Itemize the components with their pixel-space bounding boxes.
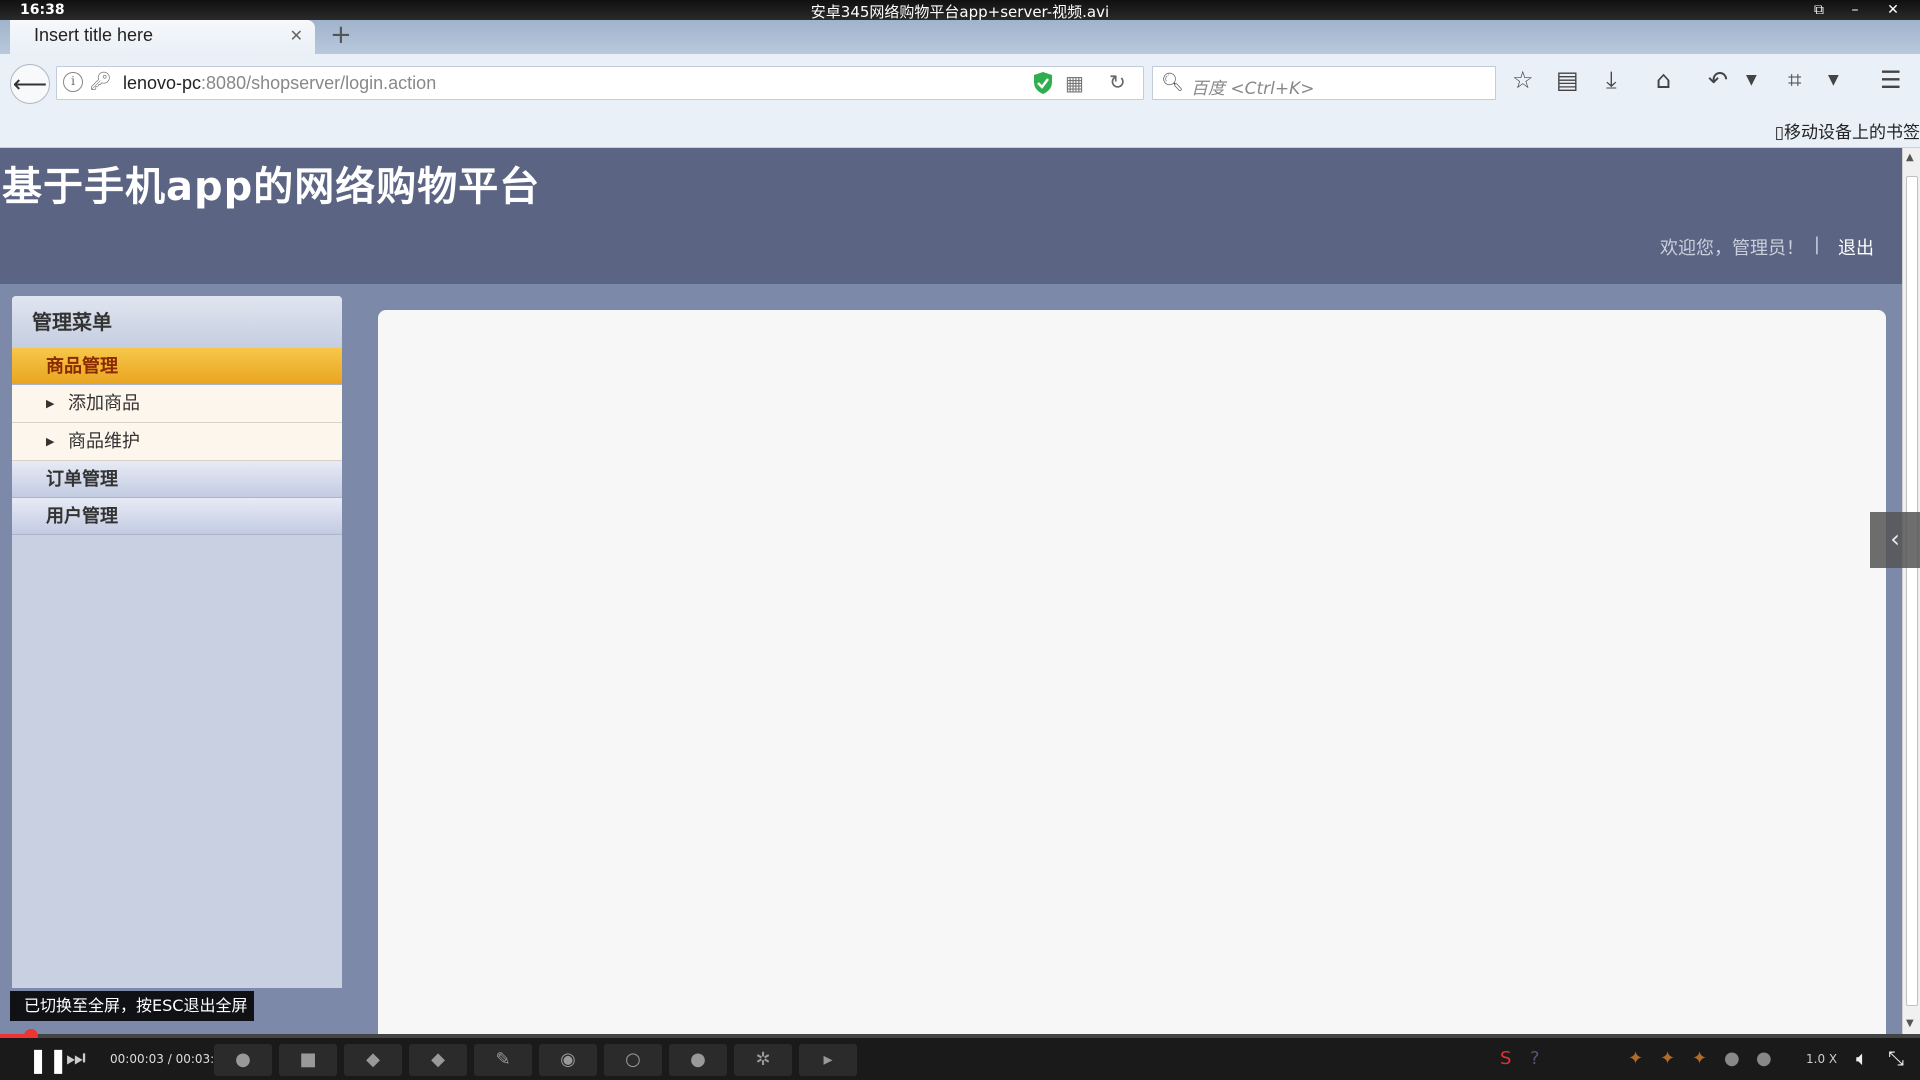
- taskbar-eclipse-icon[interactable]: ◉: [539, 1044, 597, 1076]
- url-bar[interactable]: i 🔑︎ lenovo-pc:8080/shopserver/login.act…: [56, 66, 1144, 100]
- player-control-bar: ❚❚ ⏭︎ 00:00:03 / 00:03:03 ● ■ ◆ ◆ ✎ ◉ ○ …: [0, 1038, 1920, 1080]
- tray-qq-icon[interactable]: ●: [1724, 1048, 1740, 1069]
- sidebar-item-add-product[interactable]: ▶ 添加商品: [12, 385, 342, 423]
- bookmark-bar: ▯移动设备上的书签: [0, 110, 1920, 148]
- mobile-bookmarks-link[interactable]: ▯移动设备上的书签: [1775, 118, 1920, 143]
- playback-speed[interactable]: 1.0 X: [1806, 1052, 1837, 1066]
- player-video-title: 安卓345网络购物平台app+server-视频.avi: [810, 3, 1110, 21]
- logout-link[interactable]: 退出: [1838, 234, 1874, 260]
- reload-icon[interactable]: ↻: [1109, 70, 1126, 94]
- url-host: lenovo-pc: [123, 73, 202, 93]
- tab-title: Insert title here: [34, 25, 154, 45]
- taskbar-app-icon[interactable]: ◆: [344, 1044, 402, 1076]
- restore-window-icon[interactable]: ⧉: [1808, 1, 1830, 19]
- taskbar-app-icon[interactable]: ▸: [799, 1044, 857, 1076]
- mobile-bookmarks-label: 移动设备上的书签: [1784, 123, 1920, 143]
- tray-app-icon[interactable]: ✦: [1660, 1048, 1675, 1069]
- tray-qq-icon[interactable]: ●: [1756, 1048, 1772, 1069]
- header-separator: |: [1813, 234, 1820, 255]
- taskbar-notepad-icon[interactable]: ✎: [474, 1044, 532, 1076]
- chevron-left-icon: ‹: [1890, 525, 1900, 553]
- triangle-right-icon: ▶: [46, 397, 55, 410]
- navigation-toolbar: ⟵ i 🔑︎ lenovo-pc:8080/shopserver/login.a…: [0, 54, 1920, 110]
- shield-check-icon[interactable]: [1033, 71, 1053, 95]
- admin-sidebar: 管理菜单 商品管理 ▶ 添加商品 ▶ 商品维护 订单管理 用户管理: [12, 296, 342, 988]
- tab-close-icon[interactable]: ✕: [290, 26, 303, 45]
- taskbar-app-icon[interactable]: ●: [669, 1044, 727, 1076]
- url-path: :8080/shopserver/login.action: [201, 73, 437, 93]
- welcome-text: 欢迎您，管理员！: [1660, 238, 1804, 259]
- web-page: 基于手机app的网络购物平台 欢迎您，管理员！ | 退出 管理菜单 商品管理 ▶…: [0, 148, 1902, 1036]
- key-icon[interactable]: 🔑︎: [89, 71, 112, 92]
- new-tab-icon[interactable]: +: [330, 20, 352, 50]
- close-window-icon[interactable]: ✕: [1882, 1, 1904, 19]
- next-track-icon[interactable]: ⏭︎: [66, 1046, 86, 1071]
- side-panel-toggle[interactable]: ‹: [1870, 512, 1920, 568]
- minimize-window-icon[interactable]: –: [1844, 1, 1866, 19]
- fullscreen-toast: 已切换至全屏，按ESC退出全屏: [10, 991, 254, 1021]
- sidebar-header: 管理菜单: [12, 296, 342, 348]
- triangle-right-icon: ▶: [46, 435, 55, 448]
- page-scrollbar[interactable]: ▲ ▼: [1902, 148, 1920, 1036]
- playback-time: 00:00:03 / 00:03:03: [110, 1052, 230, 1066]
- taskbar-app-icon[interactable]: ◆: [409, 1044, 467, 1076]
- qr-code-icon[interactable]: ▦: [1065, 71, 1084, 95]
- back-button[interactable]: ⟵: [10, 64, 50, 104]
- crop-dropdown-icon[interactable]: ▼: [1828, 72, 1839, 88]
- search-icon: 🔍︎: [1161, 72, 1184, 93]
- sidebar-item-label: 商品维护: [68, 431, 140, 452]
- screenshot-crop-icon[interactable]: ⌗: [1788, 66, 1802, 94]
- taskbar-firefox-icon[interactable]: ●: [214, 1044, 272, 1076]
- taskbar-search-icon[interactable]: ○: [604, 1044, 662, 1076]
- search-bar[interactable]: 🔍︎ 百度 <Ctrl+K>: [1152, 66, 1496, 100]
- undo-icon[interactable]: ↶: [1708, 66, 1728, 94]
- search-placeholder: 百度 <Ctrl+K>: [1191, 79, 1315, 99]
- sidebar-item-label: 添加商品: [68, 393, 140, 414]
- scroll-up-icon[interactable]: ▲: [1906, 152, 1914, 163]
- taskbar-paint-icon[interactable]: ✲: [734, 1044, 792, 1076]
- tray-sogou-icon[interactable]: S: [1500, 1048, 1511, 1069]
- mobile-device-icon: ▯: [1774, 123, 1784, 143]
- tray-help-icon[interactable]: ?: [1530, 1048, 1540, 1069]
- sidebar-group-user-management[interactable]: 用户管理: [12, 498, 342, 535]
- site-header: 基于手机app的网络购物平台 欢迎您，管理员！ | 退出: [0, 148, 1902, 284]
- undo-dropdown-icon[interactable]: ▼: [1746, 72, 1757, 88]
- pause-button[interactable]: ❚❚: [28, 1046, 68, 1074]
- bookmark-star-icon[interactable]: ☆: [1512, 66, 1534, 94]
- exit-fullscreen-icon[interactable]: ⤡: [1888, 1046, 1904, 1070]
- tab-bar: Insert title here ✕ +: [0, 20, 1920, 54]
- sidebar-group-product-management[interactable]: 商品管理: [12, 348, 342, 385]
- hamburger-menu-icon[interactable]: ☰: [1880, 66, 1902, 94]
- taskbar-app-icon[interactable]: ■: [279, 1044, 337, 1076]
- download-icon[interactable]: ⤓: [1606, 66, 1617, 94]
- player-title-bar: 16:38 安卓345网络购物平台app+server-视频.avi ⧉ – ✕: [0, 0, 1920, 21]
- sidebar-group-order-management[interactable]: 订单管理: [12, 461, 342, 498]
- scroll-down-icon[interactable]: ▼: [1906, 1018, 1914, 1029]
- scroll-thumb[interactable]: [1906, 176, 1918, 1006]
- tray-app-icon[interactable]: ✦: [1692, 1048, 1707, 1069]
- volume-icon[interactable]: 🔈︎: [1856, 1046, 1868, 1070]
- main-content-frame: [378, 310, 1886, 1036]
- tray-app-icon[interactable]: ✦: [1628, 1048, 1643, 1069]
- url-text[interactable]: lenovo-pc:8080/shopserver/login.action: [123, 73, 436, 94]
- back-arrow-icon: ⟵: [12, 70, 48, 98]
- tab-active[interactable]: Insert title here ✕: [10, 20, 315, 54]
- home-icon[interactable]: ⌂: [1656, 66, 1671, 94]
- site-title: 基于手机app的网络购物平台: [2, 164, 541, 210]
- site-info-icon[interactable]: i: [63, 72, 83, 92]
- sidebar-item-product-maintenance[interactable]: ▶ 商品维护: [12, 423, 342, 461]
- reading-list-icon[interactable]: ▤: [1556, 66, 1579, 94]
